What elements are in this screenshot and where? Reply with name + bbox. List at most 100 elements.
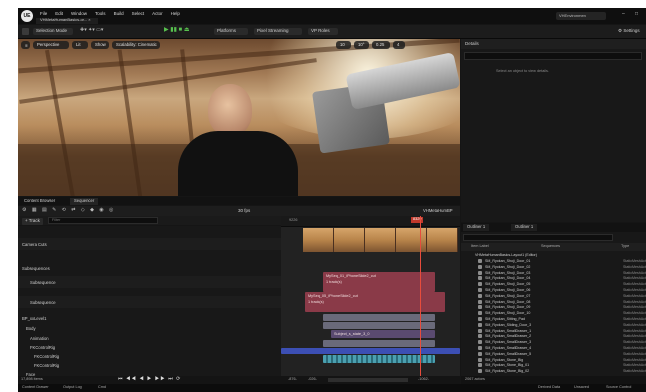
static-mesh-icon bbox=[478, 334, 482, 339]
sequencer-timeline[interactable]: 9226 8329 MySeq_01_iPhoneSlide2_cut 1 tra… bbox=[281, 216, 460, 376]
settings-label: Settings bbox=[623, 28, 640, 33]
time-ruler[interactable]: 9226 8329 bbox=[281, 216, 460, 227]
static-mesh-icon bbox=[478, 322, 482, 327]
subsequence-segment[interactable]: MySeq_01_iPhoneSlide2_cut 1 track(s) bbox=[323, 272, 435, 292]
cmd-button[interactable]: Cmd bbox=[98, 385, 106, 390]
add-content-icon[interactable]: ✚▾ ✦▾ ▭▾ bbox=[80, 28, 103, 33]
sequencer-tool-icons[interactable]: ⚙ ▦ ▤ ✎ ⟲ ⇄ ◇ ◆ ◉ ◎ bbox=[22, 208, 115, 213]
menu-actor[interactable]: Actor bbox=[152, 11, 163, 17]
gear-icon: ⚙ bbox=[618, 28, 623, 33]
outliner-row-label: SM_Ryokan_Shoji_Door_06 bbox=[485, 288, 531, 292]
track-section[interactable] bbox=[323, 322, 435, 329]
title-bar: UE File Edit Window Tools Build Select Actor He… bbox=[18, 8, 646, 24]
track-section[interactable] bbox=[323, 314, 435, 321]
outliner-footer: 2067 actors bbox=[461, 376, 646, 384]
menu-tools[interactable]: Tools bbox=[95, 11, 106, 17]
outliner-row-type: StaticMeshActor bbox=[623, 264, 646, 269]
track-subsequence[interactable]: Subsequence bbox=[18, 296, 281, 308]
save-icon[interactable] bbox=[22, 28, 29, 35]
perspective-button[interactable]: Perspective bbox=[33, 41, 69, 49]
tab-outliner-2[interactable]: Outliner 1 bbox=[511, 224, 538, 231]
column-item-label[interactable]: Item Label bbox=[471, 244, 489, 249]
outliner-row-type: StaticMeshActor bbox=[623, 259, 646, 263]
tab-outliner-1[interactable]: Outliner 1 bbox=[463, 224, 490, 231]
keyframe-strip[interactable] bbox=[323, 355, 435, 363]
static-mesh-icon bbox=[478, 259, 482, 263]
unsaved-button[interactable]: Unsaved bbox=[574, 385, 589, 390]
content-drawer-button[interactable]: Content Drawer bbox=[22, 385, 49, 390]
project-name-badge: VHEnvironmen bbox=[556, 12, 606, 20]
outliner-search-input[interactable] bbox=[463, 234, 613, 241]
minimize-icon[interactable]: – bbox=[622, 12, 625, 17]
camera-cut-thumbnail bbox=[427, 228, 458, 252]
control-rig-section[interactable] bbox=[281, 348, 460, 354]
menu-help[interactable]: Help bbox=[171, 11, 180, 17]
platforms-button[interactable]: Platforms bbox=[214, 28, 248, 35]
track-subsequences[interactable]: Subsequences bbox=[18, 262, 281, 274]
grid-snap-value[interactable]: 10 bbox=[336, 41, 351, 49]
outliner-row-label: SM_Ryokan_Stone_Big_01 bbox=[485, 363, 530, 368]
outliner-row-type: StaticMeshActor bbox=[623, 340, 646, 345]
range-start[interactable]: -876- bbox=[288, 377, 297, 382]
ruler-start-label: 9226 bbox=[289, 218, 298, 222]
outliner-row-label: SM_Ryokan_Shoji_Door_09 bbox=[485, 305, 531, 310]
track-filter-input[interactable]: Filter bbox=[48, 217, 158, 224]
output-log-button[interactable]: Output Log bbox=[63, 385, 82, 390]
character-body bbox=[178, 131, 298, 196]
outliner-row[interactable]: SM_Ryokan_Stone_Big_02 StaticMeshActor bbox=[461, 368, 646, 374]
derived-data-button[interactable]: Derived Data bbox=[538, 385, 560, 390]
outliner-row-type: StaticMeshActor bbox=[623, 346, 646, 350]
menu-window[interactable]: Window bbox=[71, 11, 87, 17]
range-end[interactable]: -1062- bbox=[418, 377, 429, 382]
menu-file[interactable]: File bbox=[40, 11, 47, 17]
lit-button[interactable]: Lit bbox=[72, 41, 88, 49]
add-track-button[interactable]: + Track bbox=[22, 218, 43, 225]
playhead[interactable] bbox=[420, 216, 421, 376]
menu-edit[interactable]: Edit bbox=[55, 11, 63, 17]
outliner-row-label: SM_Ryokan_Shoji_Door_08 bbox=[485, 299, 531, 304]
scale-snap-value[interactable]: 0.25 bbox=[372, 41, 390, 49]
menu-select[interactable]: Select bbox=[132, 11, 145, 17]
viewport-toolbar: ≡ Perspective Lit Show Scalability: Cine… bbox=[18, 41, 460, 51]
bottom-tab-bar: Content Browser Sequencer bbox=[18, 197, 460, 205]
menu-build[interactable]: Build bbox=[114, 11, 124, 17]
rotation-snap-value[interactable]: 10° bbox=[354, 41, 369, 49]
track-subsequence[interactable]: Subsequence bbox=[18, 276, 281, 288]
viewport-menu-icon[interactable]: ≡ bbox=[21, 41, 30, 49]
unreal-logo-icon[interactable]: UE bbox=[21, 10, 33, 22]
column-type[interactable]: Type bbox=[621, 244, 629, 249]
maximize-icon[interactable]: □ bbox=[635, 12, 638, 17]
play-controls-icon[interactable]: ▶ ▮▮ ■ ⏏ bbox=[164, 27, 190, 33]
sequence-breadcrumb[interactable]: VHMetaHumBP bbox=[423, 208, 453, 213]
pixel-streaming-button[interactable]: Pixel Streaming bbox=[254, 28, 302, 35]
outliner-row-label: SM_Ryokan_Stone_Big bbox=[485, 357, 524, 362]
range-mid[interactable]: -026- bbox=[308, 377, 317, 382]
selection-mode-button[interactable]: Selection Mode bbox=[33, 28, 73, 35]
timeline-scrollbar[interactable] bbox=[328, 378, 408, 382]
tab-sequencer[interactable]: Sequencer bbox=[70, 198, 99, 205]
outliner-root-row[interactable]: VHMetaHumanBasics-Layout1 (Editor) bbox=[461, 252, 646, 258]
show-button[interactable]: Show bbox=[91, 41, 109, 49]
column-sequences[interactable]: Sequences bbox=[541, 244, 560, 249]
transport-controls-icon[interactable]: ⏮ ◀◀ ◀ ▶ ▶▶ ⏭ ⟳ bbox=[118, 377, 181, 382]
outliner-row-type: StaticMeshActor bbox=[623, 328, 646, 333]
track-section[interactable] bbox=[323, 340, 435, 347]
scalability-button[interactable]: Scalability: Cinematic bbox=[112, 41, 160, 49]
outliner-tab-bar: Outliner 1 Outliner 1 bbox=[461, 223, 646, 232]
outliner-row-type: StaticMeshActor bbox=[623, 334, 646, 339]
details-search-input[interactable] bbox=[464, 52, 642, 60]
settings-button[interactable]: ⚙ Settings bbox=[618, 28, 640, 34]
source-control-button[interactable]: Source Control bbox=[606, 385, 631, 390]
vp-roles-button[interactable]: VP Roles bbox=[308, 28, 338, 35]
fps-selector[interactable]: 30 fps bbox=[238, 208, 250, 214]
outliner-row-label: SM_Ryokan_Sliding_Door_3 bbox=[485, 322, 532, 327]
details-tab[interactable]: Details bbox=[461, 39, 646, 49]
subsequence-segment[interactable]: MySeq_05_iPhoneSlide2_cut 1 track(s) bbox=[305, 292, 445, 312]
outliner-row-label: SM_Ryokan_Shoji_Door_02 bbox=[485, 264, 531, 269]
tab-content-browser[interactable]: Content Browser bbox=[20, 198, 59, 205]
camera-speed-value[interactable]: 4 bbox=[393, 41, 405, 49]
track-camera-cuts[interactable]: Camera Cuts bbox=[18, 238, 281, 250]
project-tab[interactable]: VHMetaHumanBasics-or... × bbox=[36, 18, 98, 24]
level-viewport[interactable] bbox=[18, 39, 460, 196]
static-mesh-icon bbox=[478, 270, 482, 275]
